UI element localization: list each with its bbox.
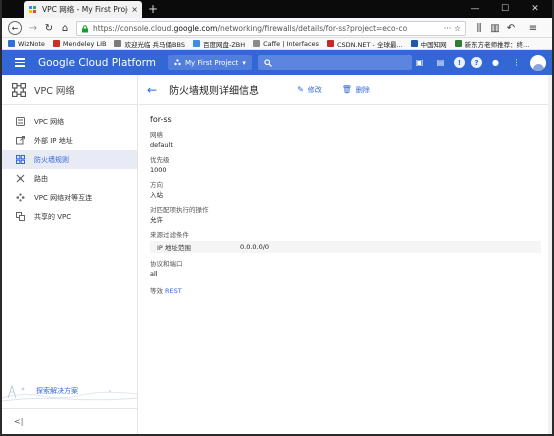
bookmark-item[interactable]: WizNote <box>8 40 45 48</box>
navigation-toolbar: ← → ↻ ⌂ https://console.cloud.google.com… <box>2 18 552 38</box>
hamburger-menu-icon[interactable]: ≡ <box>526 21 540 35</box>
alert-icon[interactable]: ! <box>454 57 465 68</box>
tab-title: VPC 网络 - My First Project <box>42 5 128 14</box>
undo-icon[interactable]: ↶ <box>504 21 518 35</box>
source-filter-label: 来源过滤条件 <box>150 231 189 239</box>
explore-solutions-link[interactable]: 探索解决方案 <box>2 381 137 401</box>
edit-button[interactable]: ✎ 修改 <box>297 85 322 95</box>
source-filter-value: 0.0.0.0/0 <box>240 243 270 251</box>
vpc-network-icon <box>16 117 25 126</box>
pencil-icon: ✎ <box>297 85 304 94</box>
bookmark-icon <box>192 40 200 47</box>
bookmark-item[interactable]: 中国知网 <box>410 39 447 49</box>
bookmark-icon <box>253 40 261 47</box>
peering-icon <box>16 193 25 202</box>
field-protocols: 协议和端口 all <box>150 260 183 278</box>
bookmark-item[interactable]: Mendeley LIB <box>52 40 106 48</box>
bookmark-icon <box>114 40 122 47</box>
field-network: 网络 default <box>150 131 173 149</box>
avatar[interactable] <box>530 54 546 71</box>
tab-bar: VPC 网络 - My First Project × + — ☐ ✕ <box>2 0 552 18</box>
scrollbar[interactable] <box>548 75 552 434</box>
bookmark-icon <box>52 40 60 47</box>
notifications-icon[interactable]: ● <box>488 55 503 70</box>
search-input[interactable] <box>257 55 412 70</box>
sidebar-item-external-ip[interactable]: 外部 IP 地址 <box>2 131 137 150</box>
rest-link[interactable]: REST <box>165 287 182 295</box>
trash-icon: 🗑 <box>341 85 352 94</box>
rule-details: for-ss 网络 default 优先级 1000 方向 入站 对匹配项执行的… <box>139 105 552 305</box>
field-direction: 方向 入站 <box>150 181 163 199</box>
sidebar-item-vpc-peering[interactable]: VPC 网络对等互连 <box>2 188 137 207</box>
source-filter-key: IP 地址范围 <box>157 244 191 252</box>
address-bar[interactable]: https://console.cloud.google.com/network… <box>76 21 466 36</box>
vpc-product-icon <box>12 82 26 97</box>
back-arrow-icon[interactable]: ← <box>147 83 157 97</box>
main-panel: ← 防火墙规则详细信息 ✎ 修改 🗑 删除 for-ss 网络 default … <box>139 75 552 434</box>
forward-icon[interactable]: → <box>26 21 40 35</box>
bookmark-item[interactable]: 欢迎光临 兵马俑BBS <box>114 39 185 49</box>
lock-icon <box>82 24 88 32</box>
cloud-shell-icon[interactable]: ▤ <box>433 55 448 70</box>
bookmark-icon <box>454 40 462 47</box>
bookmark-icon <box>326 40 334 47</box>
header-actions: ▣ ▤ ! ? ● ⋮ <box>406 50 546 75</box>
bookmark-item[interactable]: Caffe | Interfaces <box>253 40 319 48</box>
sidebar-title: VPC 网络 <box>34 85 75 97</box>
screen: VPC 网络 - My First Project × + — ☐ ✕ ← → … <box>0 0 554 436</box>
bookmark-item[interactable]: CSDN.NET - 全球最... <box>326 39 403 49</box>
bookmark-icon <box>410 40 418 47</box>
sidebar-item-vpc-networks[interactable]: VPC 网络 <box>2 112 137 131</box>
shared-vpc-icon <box>16 212 25 221</box>
sidebar-item-routes[interactable]: 路由 <box>2 169 137 188</box>
page-toolbar: ← 防火墙规则详细信息 ✎ 修改 🗑 删除 <box>139 75 552 105</box>
source-filter-row: IP 地址范围 0.0.0.0/0 <box>150 241 541 253</box>
search-icon <box>264 58 272 67</box>
equivalent-rest: 等效 REST <box>150 287 182 295</box>
collapse-sidebar-button[interactable]: <| <box>2 408 137 434</box>
minimize-button[interactable]: — <box>462 0 488 18</box>
page-actions-icon[interactable]: ··· ☆ <box>444 24 461 33</box>
url-text: https://console.cloud.google.com/network… <box>93 24 408 33</box>
bookmark-item[interactable]: 百度网盘-ZBH <box>192 39 245 49</box>
new-tab-button[interactable]: + <box>148 1 158 17</box>
browser-window: VPC 网络 - My First Project × + — ☐ ✕ ← → … <box>2 0 552 434</box>
reload-icon[interactable]: ↻ <box>42 21 56 35</box>
bookmark-item[interactable]: 新东方老师推荐：终... <box>454 39 529 49</box>
delete-button[interactable]: 🗑 删除 <box>342 85 370 95</box>
sidebar-header: VPC 网络 <box>2 75 137 105</box>
sidebar: VPC 网络 VPC 网络 外部 IP 地址 防火墙规则 路由 VPC 网络对等… <box>2 75 138 434</box>
sidebar-item-shared-vpc[interactable]: 共享的 VPC <box>2 207 137 226</box>
library-icon[interactable]: ⫼ <box>472 21 486 35</box>
page-title: 防火墙规则详细信息 <box>169 86 260 97</box>
external-ip-icon <box>16 136 25 145</box>
rule-name: for-ss <box>150 115 172 124</box>
back-icon[interactable]: ← <box>8 21 22 35</box>
gift-icon[interactable]: ▣ <box>412 55 427 70</box>
sidebar-item-firewall-rules[interactable]: 防火墙规则 <box>2 150 137 169</box>
firewall-icon <box>16 155 25 164</box>
home-icon[interactable]: ⌂ <box>58 21 72 35</box>
tab-close-icon[interactable]: × <box>131 5 138 14</box>
project-name: My First Project <box>184 58 239 67</box>
routes-icon <box>16 174 25 183</box>
nav-menu-icon[interactable] <box>8 50 32 75</box>
chevron-down-icon: ▾ <box>242 58 246 67</box>
field-priority: 优先级 1000 <box>150 156 170 174</box>
help-icon[interactable]: ? <box>471 57 482 68</box>
project-icon <box>174 59 181 66</box>
more-options-icon[interactable]: ⋮ <box>509 55 524 70</box>
browser-tab[interactable]: VPC 网络 - My First Project × <box>24 1 142 18</box>
gcp-favicon-icon <box>28 5 37 14</box>
brand-title[interactable]: Google Cloud Platform <box>38 57 156 69</box>
field-action: 对匹配项执行的操作 允许 <box>150 206 209 224</box>
sidebar-toggle-icon[interactable]: ▥ <box>488 21 502 35</box>
maximize-button[interactable]: ☐ <box>492 0 518 18</box>
project-selector[interactable]: My First Project ▾ <box>167 55 252 70</box>
gcp-header: Google Cloud Platform My First Project ▾… <box>2 50 552 75</box>
close-window-button[interactable]: ✕ <box>522 0 548 18</box>
bookmarks-bar: WizNote Mendeley LIB 欢迎光临 兵马俑BBS 百度网盘-ZB… <box>2 38 552 50</box>
bookmark-icon <box>8 40 15 47</box>
